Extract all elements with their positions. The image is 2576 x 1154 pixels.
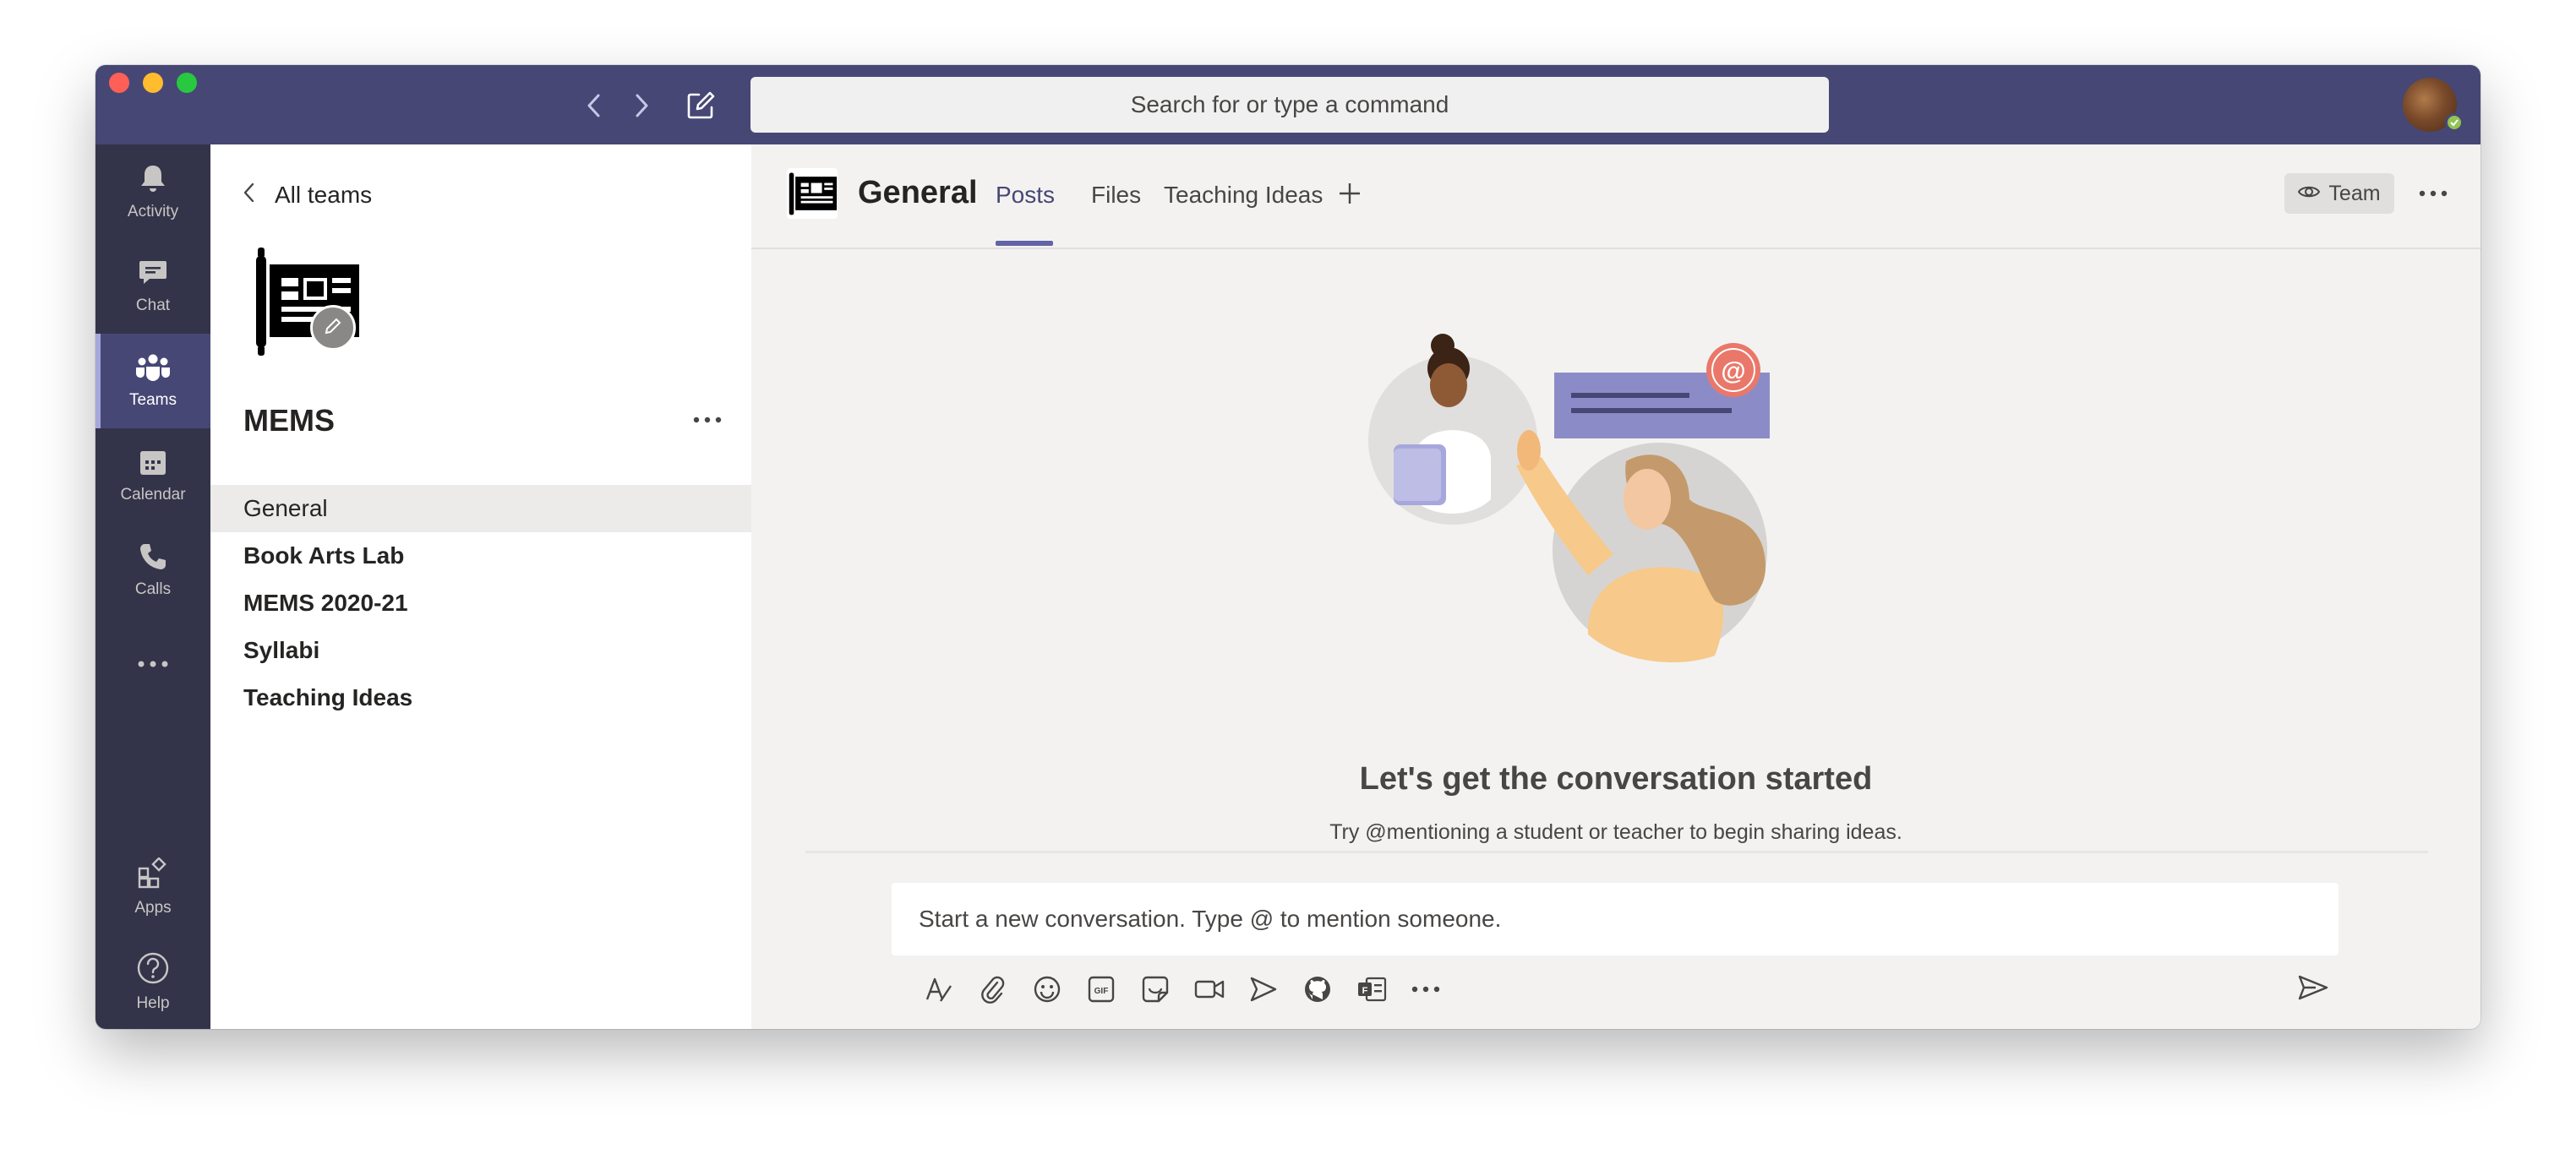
tab-posts[interactable]: Posts bbox=[996, 182, 1055, 209]
team-button-label: Team bbox=[2328, 181, 2381, 205]
rail-item-activity[interactable]: Activity bbox=[96, 144, 210, 239]
apps-icon bbox=[137, 856, 169, 894]
channel-item-mems-2020-21[interactable]: MEMS 2020-21 bbox=[210, 580, 751, 627]
calendar-icon bbox=[139, 448, 167, 481]
add-tab-button[interactable] bbox=[1333, 178, 1367, 212]
send-icon bbox=[2297, 973, 2329, 1006]
all-teams-label: All teams bbox=[275, 182, 373, 208]
team-button[interactable]: Team bbox=[2284, 173, 2394, 214]
channel-list: General Book Arts Lab MEMS 2020-21 Sylla… bbox=[210, 485, 751, 721]
app-rail: Activity Chat Teams Calendar Calls Apps … bbox=[96, 144, 210, 1029]
phone-icon bbox=[139, 542, 167, 575]
rail-label: Calendar bbox=[120, 485, 186, 504]
empty-state-subtitle: Try @mentioning a student or teacher to … bbox=[1329, 820, 1902, 844]
close-window-button[interactable] bbox=[109, 73, 129, 93]
attach-icon[interactable] bbox=[966, 969, 1020, 1010]
rail-label: Apps bbox=[134, 898, 172, 917]
channel-team-picture bbox=[787, 168, 838, 219]
channel-item-syllabi[interactable]: Syllabi bbox=[210, 627, 751, 674]
new-conversation-input[interactable] bbox=[892, 883, 2339, 955]
eye-icon bbox=[2298, 182, 2321, 206]
plus-icon bbox=[1337, 181, 1362, 210]
more-options-icon[interactable] bbox=[1399, 969, 1453, 1010]
pencil-icon bbox=[323, 316, 343, 340]
back-chevron-icon[interactable] bbox=[577, 89, 611, 122]
channel-item-book-arts-lab[interactable]: Book Arts Lab bbox=[210, 532, 751, 580]
sticker-icon[interactable] bbox=[1128, 969, 1182, 1010]
more-icon bbox=[136, 657, 170, 672]
all-teams-link[interactable]: All teams bbox=[243, 177, 372, 214]
rail-item-apps[interactable]: Apps bbox=[96, 840, 210, 934]
send-button[interactable] bbox=[2293, 969, 2333, 1010]
tab-files[interactable]: Files bbox=[1091, 182, 1141, 209]
rail-label: Chat bbox=[135, 296, 171, 314]
maximize-window-button[interactable] bbox=[177, 73, 197, 93]
forward-chevron-icon[interactable] bbox=[625, 89, 658, 122]
rail-item-chat[interactable]: Chat bbox=[96, 239, 210, 334]
edit-team-picture-button[interactable] bbox=[310, 305, 356, 351]
compose-icon[interactable] bbox=[684, 89, 718, 122]
meet-now-icon[interactable] bbox=[1182, 969, 1236, 1010]
rail-item-calendar[interactable]: Calendar bbox=[96, 428, 210, 523]
svg-text:F: F bbox=[1362, 986, 1368, 996]
more-icon bbox=[693, 412, 722, 427]
rail-item-teams[interactable]: Teams bbox=[96, 334, 210, 428]
rail-item-more[interactable] bbox=[96, 618, 210, 712]
help-icon bbox=[136, 951, 170, 989]
search-input[interactable] bbox=[750, 77, 1829, 133]
bell-icon bbox=[139, 163, 167, 198]
rail-label: Help bbox=[136, 993, 170, 1012]
rail-label: Activity bbox=[127, 202, 179, 220]
conversation-illustration: @ bbox=[1368, 322, 1808, 668]
praise-icon[interactable] bbox=[1236, 969, 1291, 1010]
forms-icon[interactable]: F bbox=[1345, 969, 1399, 1010]
rail-label: Teams bbox=[129, 390, 177, 409]
back-chevron-icon bbox=[243, 182, 254, 209]
github-icon[interactable] bbox=[1291, 969, 1345, 1010]
rail-item-calls[interactable]: Calls bbox=[96, 523, 210, 618]
tab-teaching-ideas[interactable]: Teaching Ideas bbox=[1164, 182, 1323, 209]
team-name: MEMS bbox=[243, 403, 335, 438]
rail-item-help[interactable]: Help bbox=[96, 934, 210, 1029]
minimize-window-button[interactable] bbox=[143, 73, 163, 93]
active-tab-indicator bbox=[996, 241, 1053, 246]
emoji-icon[interactable] bbox=[1020, 969, 1074, 1010]
format-icon[interactable] bbox=[912, 969, 966, 1010]
channel-item-teaching-ideas[interactable]: Teaching Ideas bbox=[210, 674, 751, 721]
teams-icon bbox=[135, 353, 171, 386]
channel-main: General Posts Files Teaching Ideas Team bbox=[751, 144, 2480, 1029]
divider bbox=[805, 851, 2428, 853]
channel-item-general[interactable]: General bbox=[210, 485, 751, 532]
title-bar bbox=[96, 65, 2480, 144]
chat-icon bbox=[138, 259, 168, 291]
empty-state-title: Let's get the conversation started bbox=[1359, 761, 1873, 797]
rail-label: Calls bbox=[134, 580, 172, 598]
more-icon bbox=[2419, 186, 2448, 201]
available-status-icon bbox=[2445, 113, 2464, 132]
channel-more-options-button[interactable] bbox=[2415, 175, 2452, 212]
gif-icon[interactable]: GIF bbox=[1074, 969, 1128, 1010]
teams-window: Activity Chat bbox=[96, 65, 2480, 1029]
team-panel: All teams MEMS General Book Arts Lab MEM… bbox=[210, 144, 751, 1029]
svg-text:@: @ bbox=[1721, 357, 1745, 385]
page-title: General bbox=[858, 175, 978, 210]
compose-toolbar: GIF F bbox=[912, 969, 1453, 1010]
team-more-options-button[interactable] bbox=[689, 401, 726, 438]
svg-text:GIF: GIF bbox=[1094, 987, 1109, 996]
channel-header: General Posts Files Teaching Ideas Team bbox=[751, 144, 2480, 249]
